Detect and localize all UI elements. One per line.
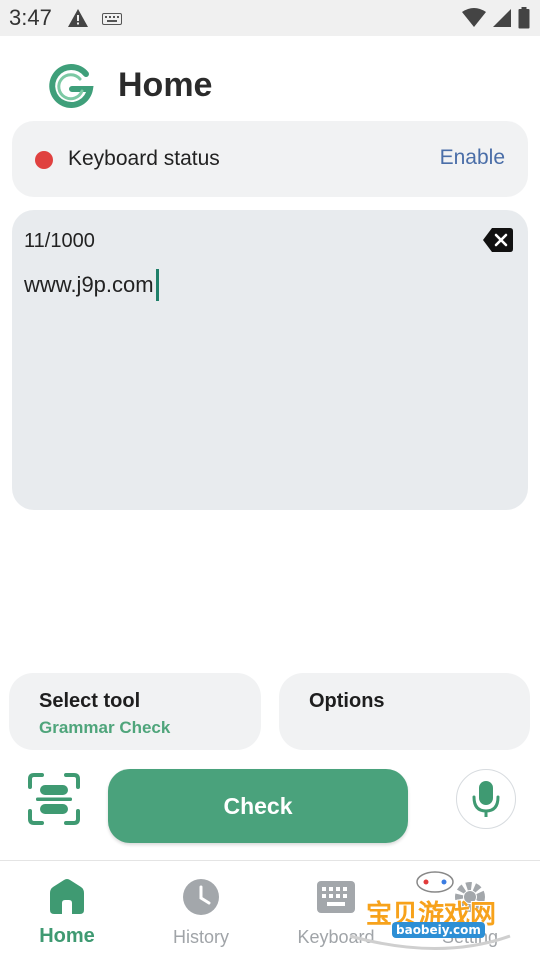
keyboard-status-label: Keyboard status — [68, 147, 220, 170]
select-tool-button[interactable]: Select tool Grammar Check — [9, 673, 261, 750]
status-time: 3:47 — [9, 5, 52, 30]
app-logo-icon — [46, 62, 96, 117]
status-bar: 3:47 — [0, 0, 540, 36]
home-icon — [7, 877, 127, 917]
battery-icon — [518, 7, 530, 34]
wifi-icon — [462, 8, 486, 33]
options-button[interactable]: Options — [279, 673, 530, 750]
character-count: 11/1000 — [24, 230, 95, 252]
clock-icon — [141, 877, 261, 917]
microphone-button[interactable] — [456, 769, 516, 829]
nav-label-keyboard: Keyboard — [297, 927, 375, 947]
text-editor[interactable]: 11/1000 www.j9p.com — [12, 210, 528, 510]
keyboard-icon — [102, 12, 122, 30]
status-indicator-dot — [35, 151, 53, 169]
signal-icon — [492, 8, 512, 33]
keyboard-nav-icon — [276, 877, 396, 917]
options-label: Options — [309, 690, 385, 712]
enable-keyboard-link[interactable]: Enable — [440, 146, 505, 170]
text-caret — [155, 269, 159, 301]
scan-text-button[interactable] — [26, 771, 82, 827]
warning-icon — [67, 8, 89, 33]
selected-tool-value: Grammar Check — [39, 718, 171, 737]
page-title: Home — [118, 66, 213, 104]
nav-label-history: History — [172, 927, 229, 947]
microphone-icon — [472, 781, 500, 817]
editor-text-value: www.j9p.com — [24, 272, 154, 297]
nav-label-home: Home — [39, 925, 95, 947]
scan-icon — [28, 773, 80, 825]
nav-item-keyboard[interactable]: Keyboard — [276, 877, 396, 948]
bottom-navigation: Home History Keyboard Setting — [0, 860, 540, 960]
nav-item-setting[interactable]: Setting — [410, 877, 530, 948]
nav-item-history[interactable]: History — [141, 877, 261, 948]
nav-label-setting: Setting — [441, 927, 499, 947]
nav-item-home[interactable]: Home — [7, 877, 127, 948]
status-icons — [462, 7, 530, 34]
backspace-clear-icon — [483, 228, 513, 252]
header: Home — [0, 52, 540, 118]
select-tool-label: Select tool — [39, 690, 141, 712]
gear-icon — [410, 877, 530, 917]
check-button[interactable]: Check — [108, 769, 408, 843]
keyboard-status-card: Keyboard status Enable — [12, 121, 528, 197]
editor-input[interactable]: www.j9p.com — [24, 269, 159, 301]
clear-text-button[interactable] — [482, 227, 514, 258]
